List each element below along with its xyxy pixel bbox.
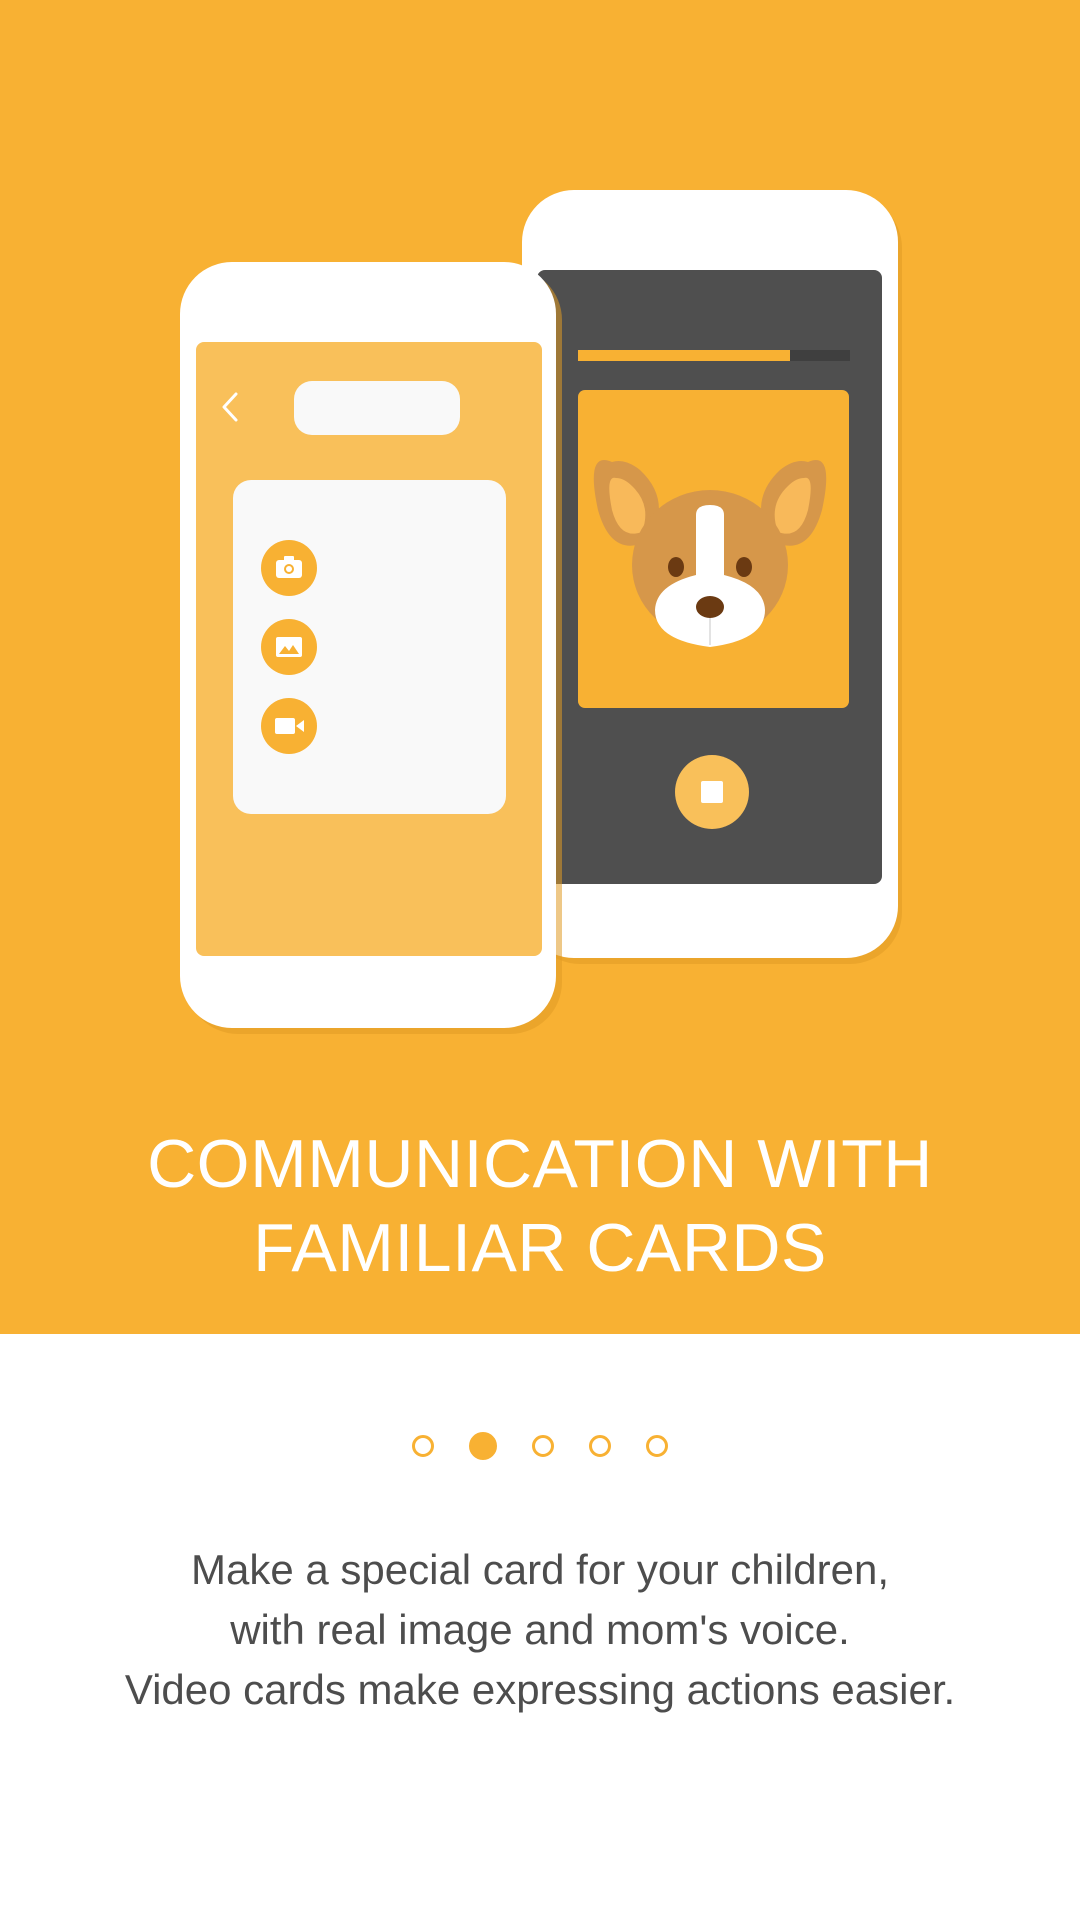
audio-progress-fill [578,350,790,361]
hero-title-line2: FAMILIAR CARDS [253,1210,827,1286]
page-dot-1[interactable] [412,1435,434,1457]
hero-title-line1: COMMUNICATION WITH [147,1126,933,1202]
description-text: Make a special card for your children, w… [0,1540,1080,1720]
page-dot-3[interactable] [532,1435,554,1457]
page-indicator [0,1432,1080,1462]
right-phone [522,190,902,964]
page-dot-5[interactable] [646,1435,668,1457]
page-dot-2[interactable] [469,1432,497,1460]
page-dot-4[interactable] [589,1435,611,1457]
title-placeholder-pill [294,381,460,435]
phones-illustration [180,190,902,1034]
hero-section: COMMUNICATION WITH FAMILIAR CARDS [0,0,1080,1334]
description-line1: Make a special card for your children, [191,1546,889,1593]
image-icon [276,637,302,657]
description-line2: with real image and mom's voice. [230,1606,850,1653]
left-phone [180,262,562,1034]
stop-icon [701,781,723,803]
description-line3: Video cards make expressing actions easi… [124,1666,956,1713]
hero-title: COMMUNICATION WITH FAMILIAR CARDS [0,1122,1080,1290]
